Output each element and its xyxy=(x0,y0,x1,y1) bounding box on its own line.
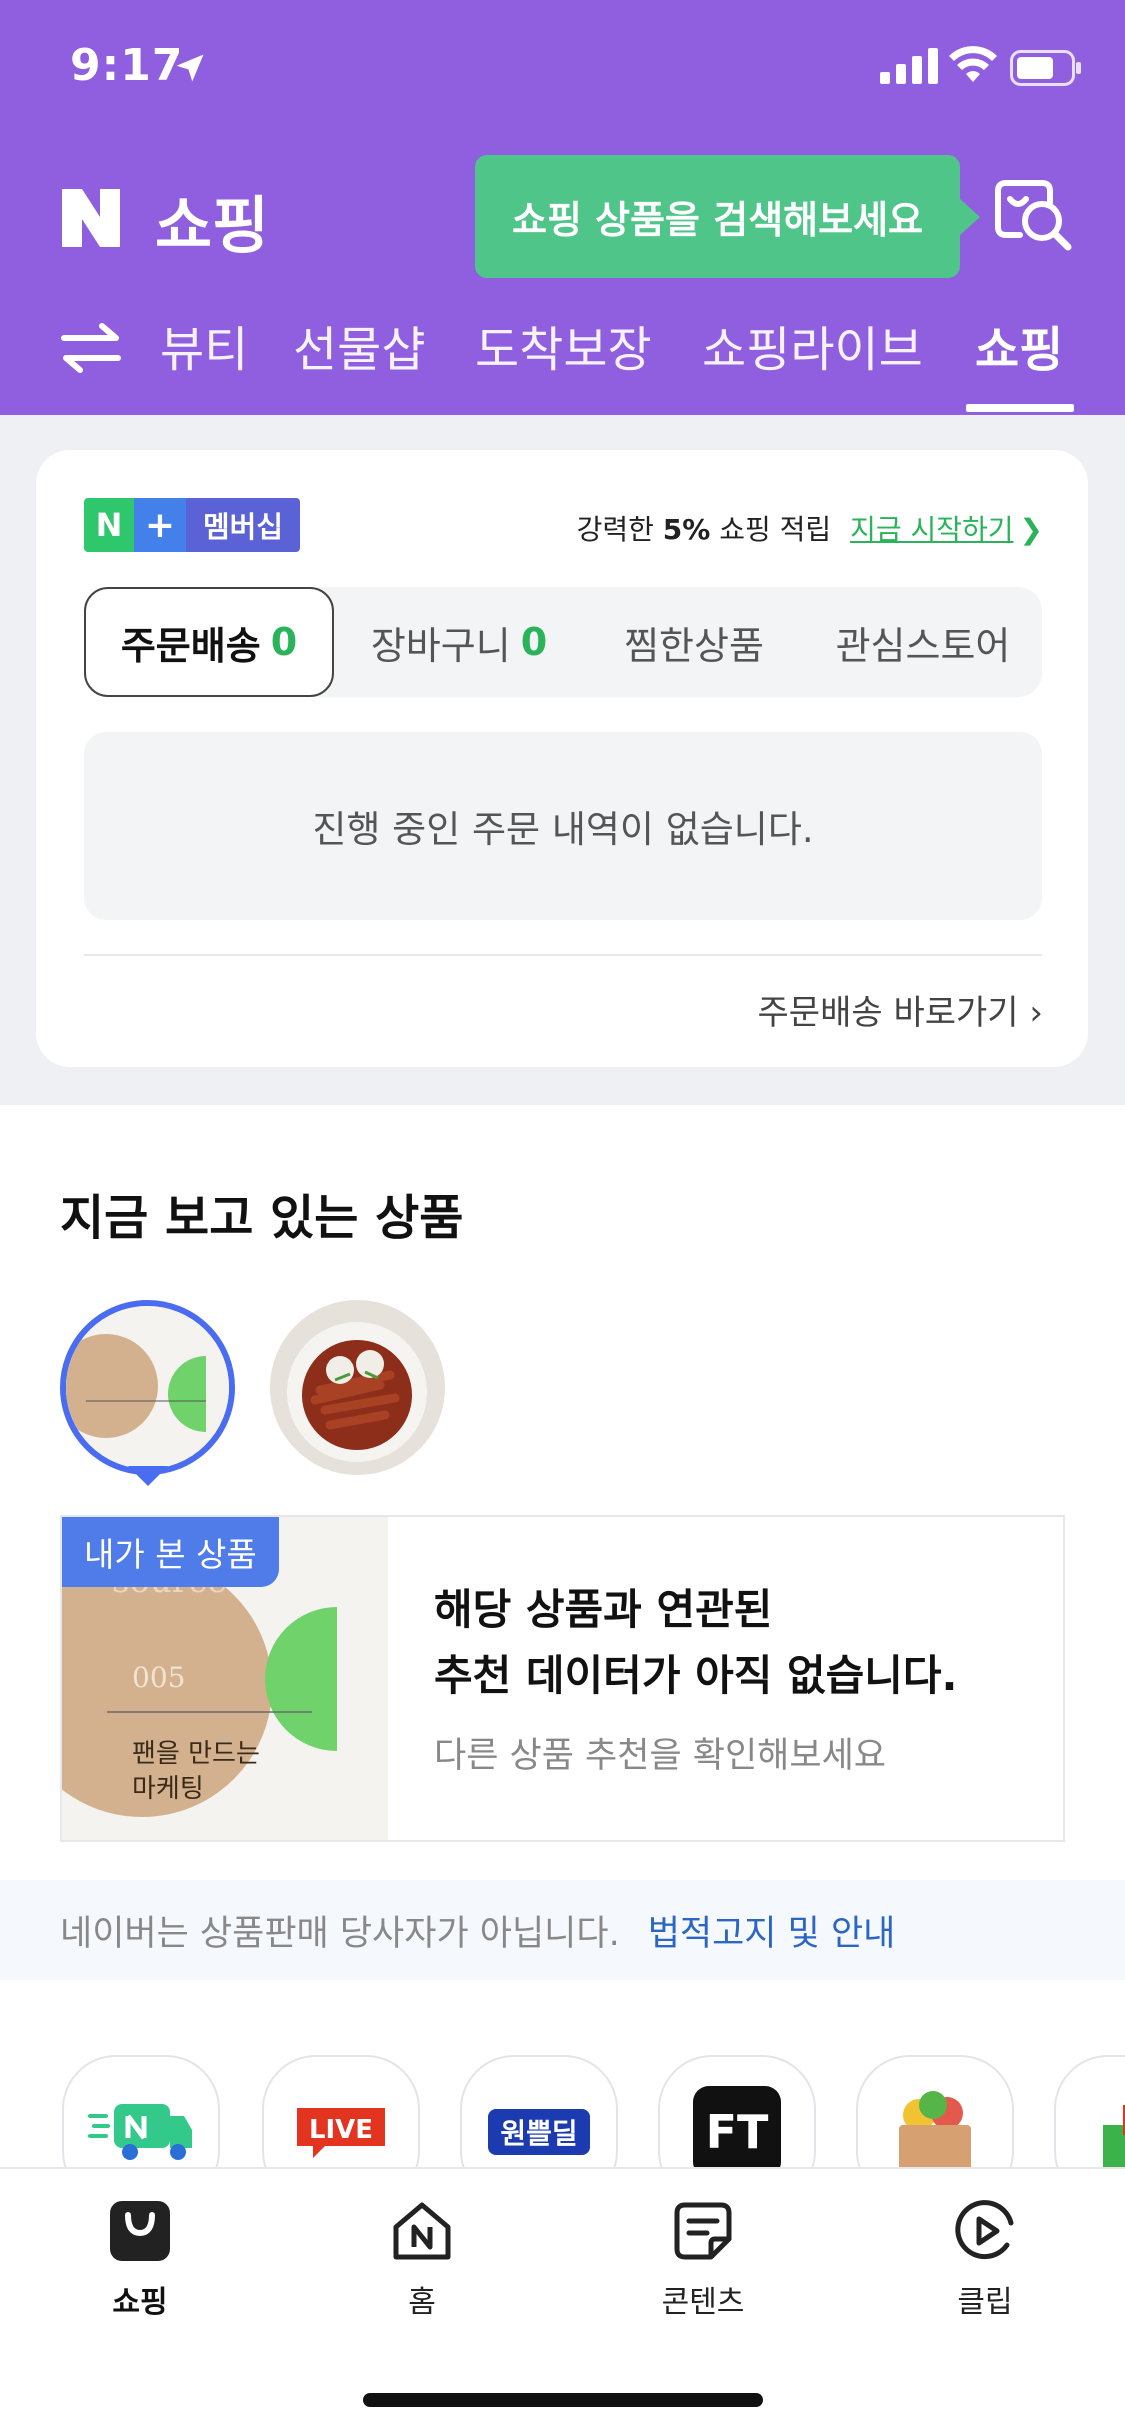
status-bar: 9:17 xyxy=(0,0,1125,140)
ft-label: FT xyxy=(706,2105,769,2159)
no-recommendation-line2: 추천 데이터가 아직 없습니다. xyxy=(434,1651,958,1700)
selected-thumb-pointer xyxy=(128,1466,168,1486)
delivery-truck-icon xyxy=(88,2104,192,2160)
goto-orders-link[interactable]: 주문배송 바로가기 › xyxy=(758,985,1043,1034)
tab-orders-count: 0 xyxy=(270,620,298,664)
nav-home[interactable]: 홈 xyxy=(342,2199,502,2321)
logo-text[interactable]: 쇼핑 xyxy=(155,175,269,265)
recent-thumb-book[interactable] xyxy=(60,1300,235,1475)
no-recommendation-line1: 해당 상품과 연관된 xyxy=(434,1585,773,1634)
divider xyxy=(84,954,1042,956)
content-icon xyxy=(674,2202,732,2260)
nav-shopping-label: 쇼핑 xyxy=(112,2285,168,2320)
recent-product-image[interactable]: source 005 팬을 만드는 마케팅 내가 본 상품 xyxy=(62,1517,388,1840)
viewed-product-badge: 내가 본 상품 xyxy=(62,1517,279,1587)
shortcut-one-plus-deal[interactable]: 원쁠딜 xyxy=(460,2055,618,2170)
status-time: 9:17 xyxy=(70,40,184,91)
live-label: LIVE xyxy=(309,2115,373,2145)
recommendation-card[interactable]: source 005 팬을 만드는 마케팅 내가 본 상품 해당 상품과 연관된… xyxy=(60,1515,1065,1842)
shopping-bag-icon xyxy=(110,2201,170,2261)
legal-notice-link[interactable]: 법적고지 및 안내 xyxy=(648,1905,896,1956)
membership-badge[interactable]: N + 멤버십 xyxy=(84,498,300,552)
naver-logo-icon[interactable] xyxy=(58,185,124,251)
tab-shopping[interactable]: 쇼핑 xyxy=(975,310,1063,380)
search-icon[interactable] xyxy=(990,175,1080,255)
nav-clip[interactable]: 클립 xyxy=(905,2199,1065,2321)
location-arrow-icon xyxy=(176,54,204,82)
cellular-signal-icon xyxy=(880,48,938,84)
promo-suffix: 쇼핑 적립 xyxy=(719,513,832,546)
tab-wishlist[interactable]: 찜한상품 xyxy=(584,587,804,697)
header: 9:17 쇼핑 쇼핑 상품을 검색해보세요 뷰티 선물샵 도착보장 쇼핑라이브 … xyxy=(0,0,1125,415)
recent-thumb-food[interactable] xyxy=(270,1300,445,1475)
ft-logo-icon: FT xyxy=(693,2086,781,2170)
active-tab-indicator xyxy=(966,404,1074,412)
membership-plus: + xyxy=(134,498,186,552)
tab-cart-label: 장바구니 xyxy=(370,623,511,668)
tab-cart-count: 0 xyxy=(520,620,548,664)
tab-favorite-stores-label: 관심스토어 xyxy=(835,623,1011,668)
shortcut-row: LIVE 원쁠딜 FT xyxy=(0,2050,1125,2170)
nav-content-label: 콘텐츠 xyxy=(661,2285,745,2320)
tab-favorite-stores[interactable]: 관심스토어 xyxy=(804,587,1042,697)
tab-cart[interactable]: 장바구니 0 xyxy=(334,587,584,697)
battery-icon xyxy=(1010,50,1081,86)
recent-section-title: 지금 보고 있는 상품 xyxy=(60,1190,464,1246)
swap-arrows-icon[interactable] xyxy=(60,320,122,376)
tab-orders-label: 주문배송 xyxy=(120,623,261,668)
one-plus-deal-icon: 원쁠딜 xyxy=(488,2109,590,2155)
shortcut-delivery[interactable] xyxy=(62,2055,220,2170)
shortcut-live[interactable]: LIVE xyxy=(262,2055,420,2170)
shortcut-more[interactable] xyxy=(1054,2055,1125,2170)
home-icon xyxy=(393,2202,451,2260)
tab-delivery-guarantee[interactable]: 도착보장 xyxy=(475,310,652,380)
category-tabs: 뷰티 선물샵 도착보장 쇼핑라이브 쇼핑 xyxy=(0,300,1125,415)
membership-n: N xyxy=(84,498,134,552)
membership-label: 멤버십 xyxy=(186,498,300,552)
deal-label: 원쁠딜 xyxy=(500,2117,577,2150)
recommendation-sub: 다른 상품 추천을 확인해보세요 xyxy=(434,1736,886,1776)
promo-highlight: 5% xyxy=(662,513,711,546)
legal-notice-text: 네이버는 상품판매 당사자가 아닙니다. xyxy=(60,1913,620,1954)
chevron-right-icon: › xyxy=(1029,993,1043,1033)
book-title-line1: 팬을 만드는 xyxy=(132,1739,260,1769)
tab-orders[interactable]: 주문배송 0 xyxy=(84,587,334,697)
recommendation-text: 해당 상품과 연관된 추천 데이터가 아직 없습니다. 다른 상품 추천을 확인… xyxy=(434,1577,958,1778)
live-badge-icon: LIVE xyxy=(297,2108,385,2158)
order-tabs: 주문배송 0 장바구니 0 찜한상품 관심스토어 xyxy=(84,587,1042,697)
book-number: 005 xyxy=(132,1661,185,1694)
shortcut-grocery[interactable] xyxy=(856,2055,1014,2170)
grocery-bag-icon xyxy=(899,2091,971,2170)
chevron-right-icon[interactable]: ❯ xyxy=(1020,513,1043,546)
nav-shopping[interactable]: 쇼핑 xyxy=(60,2199,220,2321)
food-dish-thumb-icon xyxy=(270,1300,445,1475)
empty-orders-message: 진행 중인 주문 내역이 없습니다. xyxy=(84,732,1042,920)
wifi-icon xyxy=(949,46,997,82)
book-title-line2: 마케팅 xyxy=(132,1774,204,1804)
shortcut-ft[interactable]: FT xyxy=(658,2055,816,2170)
nav-content[interactable]: 콘텐츠 xyxy=(623,2199,783,2321)
tab-gift-shop[interactable]: 선물샵 xyxy=(293,310,425,380)
tab-beauty[interactable]: 뷰티 xyxy=(160,310,248,380)
tab-shopping-live[interactable]: 쇼핑라이브 xyxy=(702,310,923,380)
tab-wishlist-label: 찜한상품 xyxy=(624,623,764,668)
order-card: N + 멤버십 강력한 5% 쇼핑 적립 지금 시작하기 ❯ 주문배송 0 장바구… xyxy=(36,450,1088,1067)
goto-orders-label: 주문배송 바로가기 xyxy=(757,993,1019,1033)
membership-promo: 강력한 5% 쇼핑 적립 지금 시작하기 ❯ xyxy=(577,508,1043,548)
book-cover-thumb-icon xyxy=(66,1306,229,1469)
nav-home-label: 홈 xyxy=(408,2285,436,2320)
colorful-blocks-icon xyxy=(1103,2105,1125,2170)
home-indicator xyxy=(363,2393,763,2407)
legal-notice: 네이버는 상품판매 당사자가 아닙니다. 법적고지 및 안내 xyxy=(0,1880,1125,1980)
clip-icon xyxy=(955,2200,1014,2260)
nav-clip-label: 클립 xyxy=(957,2285,1013,2320)
start-now-link[interactable]: 지금 시작하기 xyxy=(850,513,1013,546)
search-tooltip[interactable]: 쇼핑 상품을 검색해보세요 xyxy=(475,155,980,278)
promo-prefix: 강력한 xyxy=(576,513,654,546)
